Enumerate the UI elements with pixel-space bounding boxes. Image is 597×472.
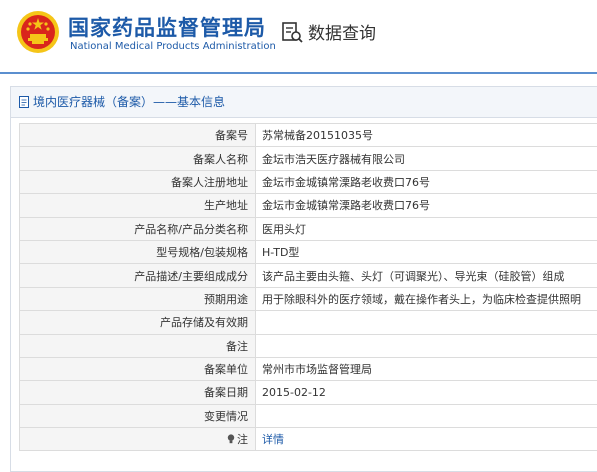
- row-label: 备案单位: [19, 356, 256, 382]
- row-value: [255, 333, 597, 358]
- org-name-en: National Medical Products Administration: [70, 41, 276, 52]
- table-row: 生产地址 金坛市金城镇常溧路老收费口76号: [19, 193, 597, 218]
- table-row: 备注: [19, 333, 597, 358]
- lightbulb-icon: [227, 434, 235, 444]
- row-label: 型号规格/包装规格: [19, 239, 256, 265]
- row-label: 变更情况: [19, 403, 256, 429]
- org-name-cn: 国家药品监督管理局: [68, 16, 266, 40]
- row-label: 备注: [19, 333, 256, 358]
- table-row: 产品存储及有效期: [19, 310, 597, 335]
- table-row: 备案号 苏常械备20151035号: [19, 122, 597, 148]
- table-row: 备案人注册地址 金坛市金城镇常溧路老收费口76号: [19, 169, 597, 195]
- table-row: 注 详情: [19, 427, 597, 452]
- panel-title-bar: 境内医疗器械（备案）——基本信息: [11, 87, 597, 118]
- row-value: 金坛市金城镇常溧路老收费口76号: [255, 169, 597, 195]
- row-label: 预期用途: [19, 286, 256, 312]
- table-row: 备案人名称 金坛市浩天医疗器械有限公司: [19, 146, 597, 171]
- row-value: 金坛市金城镇常溧路老收费口76号: [255, 193, 597, 218]
- site-header: 国家药品监督管理局 National Medical Products Admi…: [0, 0, 597, 72]
- note-label-cell: 注: [19, 427, 256, 452]
- document-icon: [19, 96, 29, 108]
- national-emblem-icon: [17, 11, 59, 53]
- row-value: 该产品主要由头箍、头灯（可调聚光）、导光束（硅胶管）组成: [255, 263, 597, 288]
- row-value: 常州市市场监督管理局: [255, 356, 597, 382]
- row-value: 医用头灯: [255, 216, 597, 241]
- row-value: 用于除眼科外的医疗领域，戴在操作者头上，为临床检查提供照明: [255, 286, 597, 312]
- row-label: 产品描述/主要组成成分: [19, 263, 256, 288]
- row-label: 生产地址: [19, 193, 256, 218]
- row-label: 备案日期: [19, 380, 256, 405]
- table-row: 产品名称/产品分类名称 医用头灯: [19, 216, 597, 241]
- row-label: 注: [237, 433, 248, 447]
- row-label: 备案人注册地址: [19, 169, 256, 195]
- row-label: 备案号: [19, 122, 256, 148]
- row-label: 产品名称/产品分类名称: [19, 216, 256, 241]
- header-divider: [0, 72, 597, 74]
- row-value: 金坛市浩天医疗器械有限公司: [255, 146, 597, 171]
- info-table: 备案号 苏常械备20151035号 备案人名称 金坛市浩天医疗器械有限公司 备案…: [19, 122, 597, 452]
- table-row: 产品描述/主要组成成分 该产品主要由头箍、头灯（可调聚光）、导光束（硅胶管）组成: [19, 263, 597, 288]
- row-label: 备案人名称: [19, 146, 256, 171]
- panel-title: 境内医疗器械（备案）——基本信息: [33, 95, 226, 109]
- table-row: 备案单位 常州市市场监督管理局: [19, 356, 597, 382]
- table-row: 预期用途 用于除眼科外的医疗领域，戴在操作者头上，为临床检查提供照明: [19, 286, 597, 312]
- details-cell: 详情: [255, 427, 597, 452]
- table-row: 备案日期 2015-02-12: [19, 380, 597, 405]
- row-value: 苏常械备20151035号: [255, 122, 597, 148]
- row-value: [255, 310, 597, 335]
- data-query-link[interactable]: 数据查询: [280, 19, 376, 44]
- table-row: 变更情况: [19, 403, 597, 429]
- data-query-label: 数据查询: [308, 24, 376, 44]
- basic-info-panel: 境内医疗器械（备案）——基本信息 备案号 苏常械备20151035号 备案人名称…: [10, 86, 597, 472]
- row-value: [255, 403, 597, 429]
- row-label: 产品存储及有效期: [19, 310, 256, 335]
- row-value: 2015-02-12: [255, 380, 597, 405]
- table-row: 型号规格/包装规格 H-TD型: [19, 239, 597, 265]
- row-value: H-TD型: [255, 239, 597, 265]
- data-search-icon: [282, 21, 303, 43]
- details-link[interactable]: 详情: [262, 433, 284, 446]
